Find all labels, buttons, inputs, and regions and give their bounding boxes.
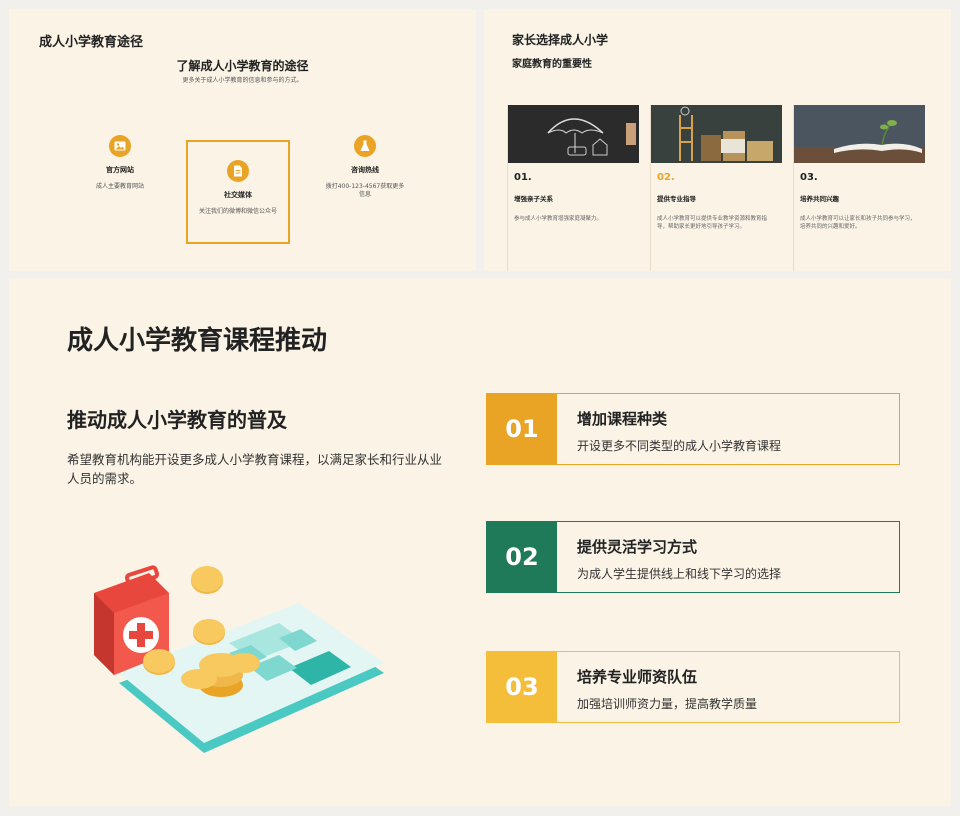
reason-card: 02. 提供专业指导 成人小学教育可以提供专业教学资源和教育指导，帮助家长更好地…	[650, 105, 782, 271]
image-icon	[109, 135, 131, 157]
channel-label: 社交媒体	[224, 191, 252, 199]
channel-desc: 关注我们的微博和微信公众号	[198, 208, 277, 215]
initiative-item: 01 增加课程种类 开设更多不同类型的成人小学教育课程	[486, 393, 900, 465]
reason-desc: 成人小学教育可以提供专业教学资源和教育指导，帮助家长更好地引导孩子学习。	[657, 216, 768, 231]
initiative-title: 培养专业师资队伍	[577, 668, 698, 686]
reason-number: 01.	[514, 172, 532, 183]
slide-description: 希望教育机构能开设更多成人小学教育课程，以满足家长和行业从业人员的需求。	[67, 452, 443, 487]
slide-subtitle: 推动成人小学教育的普及	[67, 408, 287, 432]
flask-icon	[354, 135, 376, 157]
channel-social-media: 社交媒体 关注我们的微博和微信公众号	[186, 140, 290, 244]
reason-desc: 参与成人小学教育增强家庭凝聚力。	[514, 216, 603, 222]
initiative-item: 03 培养专业师资队伍 加强培训师资力量，提高教学质量	[486, 651, 900, 723]
slide-parents-choice[interactable]: 家长选择成人小学 家庭教育的重要性 01. 增强亲子关系 参与成人小学教育增强家…	[484, 9, 951, 271]
channel-hotline: 咨询热线 拨打400-123-4567获取更多信息	[325, 135, 405, 200]
slide-course-promotion[interactable]: 成人小学教育课程推动 推动成人小学教育的普及 希望教育机构能开设更多成人小学教育…	[9, 278, 951, 806]
initiative-title: 提供灵活学习方式	[577, 538, 698, 556]
reason-heading: 培养共同兴趣	[800, 195, 839, 203]
chalkboard-photo	[508, 105, 639, 163]
book-plant-photo	[794, 105, 925, 163]
reason-number: 02.	[657, 172, 675, 183]
reason-card: 03. 培养共同兴趣 成人小学教育可以让家长和孩子共同参与学习，培养共同的兴趣和…	[793, 105, 925, 271]
reason-number: 03.	[800, 172, 818, 183]
initiative-number: 02	[487, 522, 557, 592]
channel-desc: 成人主要教育网站	[95, 183, 144, 190]
slide-subtitle: 家庭教育的重要性	[512, 59, 592, 70]
initiative-desc: 加强培训师资力量，提高教学质量	[577, 697, 758, 711]
slide-title: 成人小学教育课程推动	[67, 326, 328, 356]
channel-desc: 拨打400-123-4567获取更多信息	[325, 183, 405, 199]
initiative-number: 03	[487, 652, 557, 722]
channel-official-website: 官方网站 成人主要教育网站	[75, 135, 165, 191]
initiative-number: 01	[487, 394, 557, 464]
slide-description: 更多关于成人小学教育的信息和参与的方式。	[182, 77, 303, 84]
document-icon	[227, 160, 249, 182]
channel-label: 咨询热线	[351, 166, 379, 174]
channel-label: 官方网站	[106, 166, 134, 174]
slide-education-channels[interactable]: 成人小学教育途径 了解成人小学教育的途径 更多关于成人小学教育的信息和参与的方式…	[9, 9, 476, 271]
slide-title: 家长选择成人小学	[512, 33, 609, 47]
calculator-coins-illustration	[94, 565, 384, 753]
initiative-item: 02 提供灵活学习方式 为成人学生提供线上和线下学习的选择	[486, 521, 900, 593]
reason-card: 01. 增强亲子关系 参与成人小学教育增强家庭凝聚力。	[507, 105, 639, 271]
reason-heading: 增强亲子关系	[514, 195, 553, 203]
slide-title: 成人小学教育途径	[39, 35, 144, 50]
initiative-title: 增加课程种类	[577, 410, 668, 428]
slide-subtitle: 了解成人小学教育的途径	[176, 59, 309, 73]
reason-heading: 提供专业指导	[657, 195, 696, 203]
reason-desc: 成人小学教育可以让家长和孩子共同参与学习，培养共同的兴趣和爱好。	[800, 216, 916, 231]
books-photo	[651, 105, 782, 163]
initiative-desc: 为成人学生提供线上和线下学习的选择	[577, 567, 782, 581]
initiative-desc: 开设更多不同类型的成人小学教育课程	[577, 439, 782, 453]
